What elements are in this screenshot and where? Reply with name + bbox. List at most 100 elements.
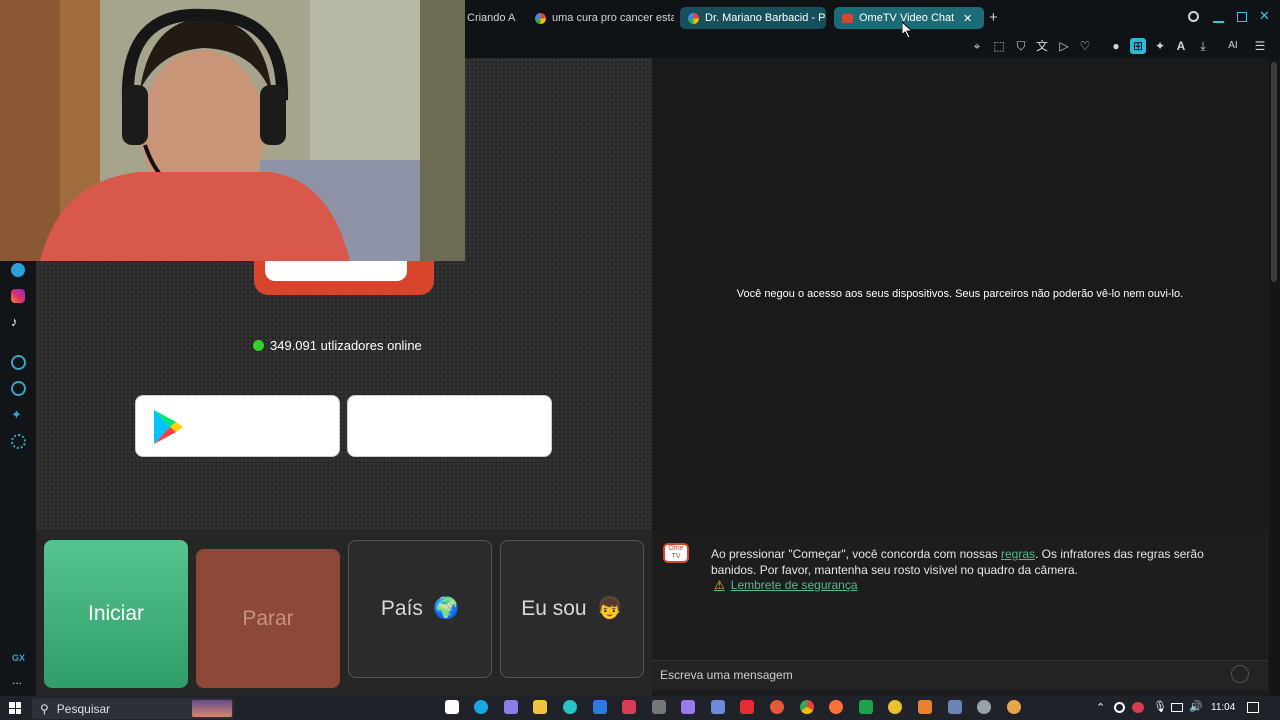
snapshot-icon[interactable]: ⬚ bbox=[991, 38, 1007, 54]
play-icon[interactable]: ▷ bbox=[1056, 38, 1072, 54]
boy-icon: 👦 bbox=[596, 597, 623, 620]
tab-label: Criando A bbox=[467, 12, 516, 24]
puzzle-icon[interactable]: ✦ bbox=[1152, 38, 1168, 54]
taskbar-search-label: Pesquisar bbox=[56, 701, 111, 716]
tab-label: uma cura pro cancer esta bbox=[552, 12, 674, 24]
device-denied-message: Você negou o acesso aos seus dispositivo… bbox=[736, 288, 1184, 300]
search-icon: ⚲ bbox=[40, 701, 49, 716]
country-button[interactable]: País 🌍 bbox=[348, 540, 492, 678]
google-icon bbox=[535, 12, 546, 24]
volume-icon[interactable]: 🔊 bbox=[1189, 700, 1203, 713]
chrome-icon[interactable] bbox=[800, 700, 814, 714]
start-button[interactable]: Iniciar bbox=[44, 540, 188, 688]
microphone-icon[interactable]: 🎙 bbox=[1153, 700, 1167, 713]
font-icon[interactable]: A bbox=[1173, 38, 1189, 54]
vpn-icon[interactable]: ● bbox=[1108, 38, 1124, 54]
app-icon-4[interactable] bbox=[888, 700, 902, 714]
network-icon[interactable] bbox=[1171, 703, 1183, 712]
instagram-icon[interactable] bbox=[11, 289, 25, 303]
emoji-icon[interactable] bbox=[1231, 665, 1249, 683]
player-icon[interactable] bbox=[11, 355, 26, 370]
notification-icon[interactable] bbox=[1247, 702, 1259, 713]
extension-icon[interactable]: ⊞ bbox=[1130, 38, 1146, 54]
telegram-icon[interactable] bbox=[11, 263, 25, 277]
opera-gx-icon[interactable] bbox=[622, 700, 636, 714]
history-icon[interactable] bbox=[11, 381, 26, 396]
safety-link[interactable]: Lembrete de segurança bbox=[731, 578, 858, 592]
rules-text-before: Ao pressionar "Começar", você concorda c… bbox=[711, 547, 1001, 561]
app-store-button[interactable] bbox=[347, 395, 552, 457]
firefox-icon[interactable] bbox=[829, 700, 843, 714]
shield-icon[interactable]: ⛉ bbox=[1013, 38, 1029, 54]
more-icon[interactable]: ... bbox=[12, 673, 22, 687]
translate-icon[interactable]: 文 bbox=[1034, 38, 1050, 54]
extensions-icon[interactable]: ✦ bbox=[11, 407, 22, 423]
windows-start-icon[interactable] bbox=[9, 702, 21, 714]
i-am-label: Eu sou bbox=[521, 597, 587, 620]
menu-icon[interactable]: ☰ bbox=[1252, 38, 1268, 54]
stop-label: Parar bbox=[242, 606, 294, 630]
ometv-favicon-icon bbox=[842, 13, 853, 23]
rules-link[interactable]: regras bbox=[1001, 547, 1035, 561]
ai-button[interactable]: AI bbox=[1222, 38, 1244, 54]
download-icon[interactable]: ⤓ bbox=[1195, 38, 1211, 54]
keyboard-icon[interactable] bbox=[948, 700, 962, 714]
tray-app-icon[interactable] bbox=[1114, 702, 1125, 713]
maximize-icon[interactable] bbox=[1237, 12, 1247, 22]
new-tab-icon[interactable]: + bbox=[989, 9, 998, 26]
file-explorer-icon[interactable] bbox=[533, 700, 547, 714]
close-tab-icon[interactable]: ✕ bbox=[963, 12, 972, 25]
app-icon-6[interactable] bbox=[977, 700, 991, 714]
app-icon[interactable] bbox=[652, 700, 666, 714]
country-label: País bbox=[380, 597, 423, 620]
safety-reminder: ⚠ Lembrete de segurança bbox=[714, 578, 858, 592]
app-icon-3[interactable] bbox=[740, 700, 754, 714]
google-play-button[interactable] bbox=[135, 395, 340, 457]
pin-icon[interactable]: ⌖ bbox=[969, 38, 985, 54]
rules-message: Ao pressionar "Começar", você concorda c… bbox=[711, 546, 1231, 578]
tab-label: Dr. Mariano Barbacid - Pe bbox=[705, 12, 826, 24]
heart-icon[interactable]: ♡ bbox=[1077, 38, 1093, 54]
gx-logo[interactable]: GX bbox=[12, 653, 25, 663]
ometv-logo-inner bbox=[265, 261, 407, 281]
tray-chevron-icon[interactable]: ⌃ bbox=[1096, 701, 1105, 714]
tab-cura-cancer[interactable]: uma cura pro cancer esta bbox=[527, 7, 674, 29]
app-icon-5[interactable] bbox=[918, 700, 932, 714]
copilot-icon[interactable] bbox=[504, 700, 518, 714]
browser-icon[interactable] bbox=[563, 700, 577, 714]
close-window-icon[interactable]: ✕ bbox=[1259, 8, 1270, 24]
tab-criando[interactable]: Criando A bbox=[459, 7, 529, 29]
scrollbar-thumb[interactable] bbox=[1271, 62, 1277, 282]
app-icon-2[interactable] bbox=[711, 700, 725, 714]
online-count-label: 349.091 utlizadores online bbox=[270, 338, 422, 353]
mouse-cursor-icon bbox=[902, 22, 914, 38]
task-view-icon[interactable] bbox=[445, 700, 459, 714]
search-tabs-icon[interactable] bbox=[1188, 11, 1199, 22]
excel-icon[interactable] bbox=[859, 700, 873, 714]
online-counter: 349.091 utlizadores online bbox=[253, 338, 422, 353]
ometv-chat-logo: Ome TV bbox=[663, 543, 689, 563]
google-icon bbox=[688, 12, 699, 24]
message-input[interactable] bbox=[660, 666, 1220, 684]
start-label: Iniciar bbox=[87, 602, 145, 625]
i-am-button[interactable]: Eu sou 👦 bbox=[500, 540, 644, 678]
stop-button[interactable]: Parar bbox=[196, 549, 340, 688]
globe-icon: 🌍 bbox=[432, 597, 460, 620]
edge-icon[interactable] bbox=[474, 700, 488, 714]
taskbar-clock[interactable]: 11:04 bbox=[1211, 702, 1235, 713]
online-dot-icon bbox=[253, 340, 264, 351]
warning-icon: ⚠ bbox=[714, 578, 725, 592]
settings-icon[interactable] bbox=[11, 434, 26, 449]
webcam-feed bbox=[0, 0, 465, 261]
taskbar-search[interactable]: ⚲ Pesquisar bbox=[32, 698, 234, 719]
store-icon[interactable] bbox=[593, 700, 607, 714]
minimize-icon[interactable] bbox=[1213, 21, 1224, 23]
tab-mariano-barbacid[interactable]: Dr. Mariano Barbacid - Pe bbox=[680, 7, 826, 29]
google-play-icon bbox=[154, 410, 183, 444]
search-highlight-image bbox=[192, 700, 232, 717]
media-player-icon[interactable] bbox=[1007, 700, 1021, 714]
tiktok-icon[interactable]: ♪ bbox=[11, 314, 18, 329]
tray-opera-icon[interactable] bbox=[1132, 702, 1144, 713]
game-icon[interactable] bbox=[681, 700, 695, 714]
mic-app-icon[interactable] bbox=[770, 700, 784, 714]
